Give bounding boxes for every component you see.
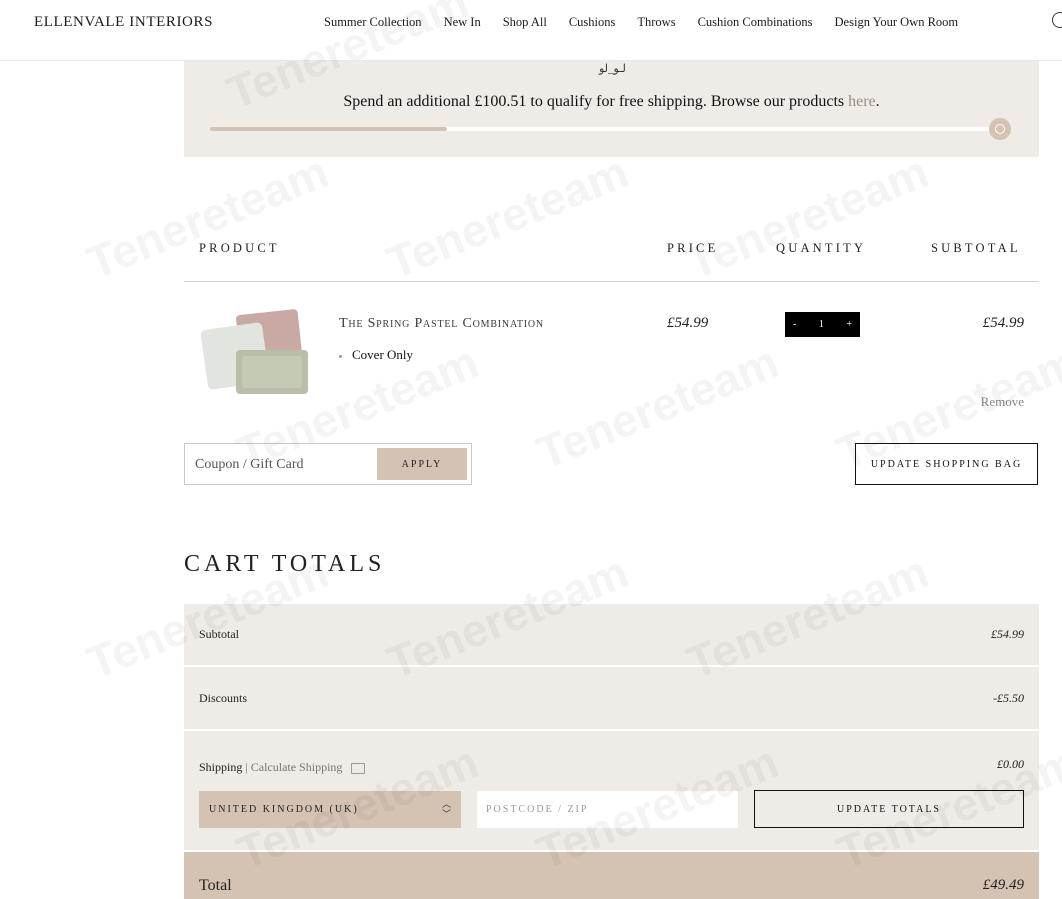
truck-icon: [351, 762, 366, 774]
quantity-stepper[interactable]: - 1 +: [785, 312, 860, 337]
free-shipping-goal-icon: [989, 118, 1011, 140]
nav-design-your-own-room[interactable]: Design Your Own Room: [835, 15, 959, 30]
coupon-input[interactable]: [193, 448, 377, 482]
update-totals-button[interactable]: UPDATE TOTALS: [754, 790, 1024, 828]
free-shipping-banner: لـو_لو Spend an additional £100.51 to qu…: [184, 61, 1039, 157]
header-divider: [184, 281, 1039, 282]
coupon-form: APPLY: [184, 443, 472, 485]
nav-shop-all[interactable]: Shop All: [503, 15, 547, 30]
nav-new-in[interactable]: New In: [444, 15, 481, 30]
cart-totals-title: CART TOTALS: [184, 551, 386, 577]
nav-summer-collection[interactable]: Summer Collection: [324, 15, 422, 30]
total-value: £49.49: [982, 877, 1024, 893]
browse-products-link[interactable]: here: [848, 93, 876, 110]
site-header: ELLENVALE INTERIORS Summer Collection Ne…: [0, 0, 1062, 61]
search-icon[interactable]: [1052, 12, 1062, 28]
watermark: Tenereteam: [79, 144, 336, 290]
col-header-subtotal: SUBTOTAL: [931, 241, 1021, 255]
shipping-value: £0.00: [997, 757, 1024, 771]
postcode-input[interactable]: [477, 791, 738, 828]
free-shipping-message: Spend an additional £100.51 to qualify f…: [343, 93, 880, 110]
select-arrows-icon: ︿ ﹀: [441, 799, 453, 819]
product-thumbnail[interactable]: [196, 304, 316, 400]
product-price: £54.99: [667, 315, 709, 331]
apply-coupon-button[interactable]: APPLY: [377, 448, 467, 480]
remove-item-link[interactable]: Remove: [981, 394, 1024, 410]
update-shopping-bag-button[interactable]: UPDATE SHOPPING BAG: [855, 443, 1038, 485]
country-select[interactable]: UNITED KINGDOM (UK) ︿ ﹀: [199, 791, 461, 828]
col-header-product: PRODUCT: [199, 241, 280, 255]
col-header-price: PRICE: [667, 241, 719, 255]
product-name[interactable]: The Spring Pastel Combination: [339, 316, 544, 332]
shipping-label: Shipping | Calculate Shipping: [199, 760, 366, 775]
col-header-quantity: QUANTITY: [776, 241, 867, 255]
nav-cushions[interactable]: Cushions: [569, 15, 616, 30]
qty-value[interactable]: 1: [811, 319, 832, 330]
brand-logo[interactable]: ELLENVALE INTERIORS: [34, 14, 213, 31]
banner-logo: لـو_لو: [599, 63, 626, 75]
watermark: Tenereteam: [679, 144, 936, 290]
main-nav: Summer Collection New In Shop All Cushio…: [324, 15, 958, 30]
subtotal-label: Subtotal: [199, 627, 240, 641]
nav-cushion-combinations[interactable]: Cushion Combinations: [698, 15, 813, 30]
total-row: Total £49.49: [184, 852, 1039, 899]
product-variant: Cover Only: [339, 347, 413, 363]
qty-decrease-button[interactable]: -: [785, 319, 804, 330]
product-subtotal: £54.99: [982, 315, 1024, 331]
shipping-row: Shipping | Calculate Shipping £0.00 UNIT…: [184, 731, 1039, 850]
watermark: Tenereteam: [379, 144, 636, 290]
qty-increase-button[interactable]: +: [838, 319, 860, 330]
watermark: Tenereteam: [529, 334, 786, 480]
discounts-value: -£5.50: [993, 691, 1024, 705]
total-label: Total: [199, 877, 232, 894]
shipping-progress-bar: [210, 127, 1000, 131]
discounts-label: Discounts: [199, 691, 247, 705]
nav-throws[interactable]: Throws: [637, 15, 675, 30]
subtotal-value: £54.99: [991, 627, 1024, 641]
calculate-shipping-link[interactable]: | Calculate Shipping: [245, 760, 342, 774]
subtotal-row: Subtotal £54.99: [184, 604, 1039, 665]
discounts-row: Discounts -£5.50: [184, 667, 1039, 729]
shipping-progress-fill: [210, 127, 447, 131]
